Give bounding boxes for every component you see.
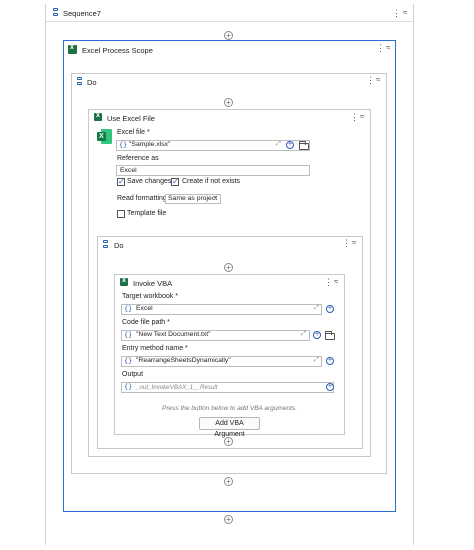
entry-method-label: Entry method name * [122,345,188,352]
save-changes-label: Save changes [127,178,172,185]
template-file-label: Template file [127,210,167,217]
add-activity-icon[interactable]: + [224,263,233,272]
reference-as-value: Excel [120,167,137,174]
invoke-vba-menu-icon[interactable]: ⋮ [324,278,333,287]
do-inner-collapse-icon[interactable]: ≈ [352,239,356,247]
browse-folder-icon[interactable] [299,141,309,150]
sequence-header[interactable]: Sequence7 ⋮ ≈ [46,4,414,22]
excel-icon [94,112,102,121]
add-activity-icon[interactable]: + [224,515,233,524]
code-file-path-label: Code file path * [122,319,170,326]
expression-icon[interactable]: {} [124,331,132,339]
do-outer-icon [76,77,84,87]
use-excel-title: Use Excel File [107,114,155,123]
create-if-not-exists-label: Create if not exists [182,178,240,185]
vba-hint-text: Press the button below to add VBA argume… [162,405,297,412]
template-file-checkbox[interactable] [117,210,125,218]
excel-scope-menu-icon[interactable]: ⋮ [376,44,385,53]
excel-file-label: Excel file * [117,129,150,136]
expand-icon[interactable]: ⤢ [301,331,306,338]
output-label: Output [122,371,144,378]
sequence-title: Sequence7 [63,9,101,18]
use-excel-menu-icon[interactable]: ⋮ [350,113,359,122]
chevron-down-icon: ⌄ [212,193,218,200]
browse-folder-icon[interactable] [325,331,335,340]
excel-file-value: "Sample.xlsx" [129,141,171,148]
use-excel-collapse-icon[interactable]: ≈ [360,113,364,121]
do-outer-title: Do [87,78,97,87]
expression-icon[interactable]: {} [124,305,132,313]
excel-scope-collapse-icon[interactable]: ≈ [386,44,390,52]
expression-icon[interactable]: {} [124,383,132,391]
expression-icon[interactable]: {} [119,141,127,149]
do-inner-title: Do [114,241,124,250]
read-formatting-label: Read formatting [117,195,167,202]
expression-icon[interactable]: {} [124,357,132,365]
add-value-icon[interactable]: + [326,305,334,313]
add-vba-argument-button[interactable]: Add VBA Argument [199,417,260,438]
output-placeholder: _out_InvokeVBAX_1__Result [136,384,218,391]
entry-method-value: "RearrangeSheetsDynamically" [136,357,231,364]
invoke-vba-title: Invoke VBA [133,279,173,288]
do-inner-menu-icon[interactable]: ⋮ [342,239,351,248]
save-changes-checkbox[interactable] [117,177,125,186]
expand-icon[interactable]: ⤢ [276,141,281,148]
target-workbook-value: Excel [136,305,153,312]
excel-icon [120,277,128,286]
add-activity-icon[interactable]: + [224,477,233,486]
sequence-collapse-icon[interactable]: ≈ [403,9,407,17]
excel-icon [68,44,77,54]
add-activity-icon[interactable]: + [224,98,233,107]
add-value-icon[interactable]: + [313,331,321,339]
sequence-icon [52,8,60,18]
excel-logo-icon: X [97,129,112,144]
code-file-path-value: "New Text Document.txt" [136,331,211,338]
reference-as-label: Reference as [117,155,159,162]
do-outer-collapse-icon[interactable]: ≈ [376,76,380,84]
read-formatting-value: Same as project [168,195,218,202]
do-outer-menu-icon[interactable]: ⋮ [366,76,375,85]
target-workbook-label: Target workbook * [122,293,179,300]
expand-icon[interactable]: ⤢ [314,357,319,364]
add-activity-icon[interactable]: + [224,31,233,40]
read-formatting-dropdown[interactable]: Same as project ⌄ [165,193,221,204]
create-if-not-exists-checkbox[interactable] [171,177,179,186]
add-value-icon[interactable]: + [326,357,334,365]
invoke-vba-collapse-icon[interactable]: ≈ [334,278,338,286]
add-value-icon[interactable]: + [286,141,294,149]
expand-icon[interactable]: ⤢ [314,305,319,312]
add-value-icon[interactable]: + [326,383,334,391]
reference-as-field[interactable]: Excel [116,165,310,176]
sequence-menu-icon[interactable]: ⋮ [392,9,401,18]
do-inner-icon [102,240,110,250]
excel-scope-title: Excel Process Scope [82,46,153,55]
add-activity-icon[interactable]: + [224,437,233,446]
